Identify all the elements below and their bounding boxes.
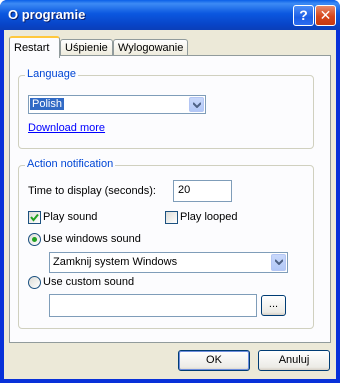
language-legend: Language [25,68,78,80]
download-more-link[interactable]: Download more [28,122,105,134]
cancel-button[interactable]: Anuluj [258,350,330,371]
check-icon [30,213,39,222]
play-looped-label[interactable]: Play looped [180,211,238,223]
language-select[interactable]: Polish [28,95,206,114]
dialog-client-area: Restart Uśpienie Wylogowanie Language Po… [4,30,336,379]
language-group: Language Polish Download more [18,68,314,149]
windows-sound-select[interactable]: Zamknij system Windows [49,252,288,273]
title-bar[interactable]: O programie ? ✕ [0,0,340,30]
custom-sound-path-input[interactable] [49,294,257,317]
play-sound-checkbox[interactable] [28,211,41,224]
dialog-window: O programie ? ✕ Restart Uśpienie Wylogow… [0,0,340,383]
chevron-down-icon[interactable] [271,254,286,271]
time-to-display-input[interactable]: 20 [173,180,232,202]
language-selected-value: Polish [30,98,64,110]
action-notification-legend: Action notification [25,158,116,170]
windows-sound-value: Zamknij system Windows [53,256,178,268]
tab-restart[interactable]: Restart [9,36,60,58]
help-button[interactable]: ? [293,5,314,26]
ok-button[interactable]: OK [178,350,250,371]
play-sound-label[interactable]: Play sound [43,211,97,223]
action-notification-group: Action notification Time to display (sec… [18,158,314,329]
chevron-down-icon[interactable] [189,97,204,112]
close-button[interactable]: ✕ [315,5,336,26]
use-windows-sound-label[interactable]: Use windows sound [43,233,141,245]
browse-button[interactable]: ... [261,295,286,316]
use-custom-sound-label[interactable]: Use custom sound [43,276,134,288]
play-looped-checkbox[interactable] [165,211,178,224]
window-title: O programie [8,7,86,22]
tab-panel-restart: Language Polish Download more Action not… [9,55,331,343]
time-to-display-label: Time to display (seconds): [28,185,156,197]
use-custom-sound-radio[interactable] [28,276,41,289]
use-windows-sound-radio[interactable] [28,233,41,246]
radio-selected-dot [32,237,37,242]
